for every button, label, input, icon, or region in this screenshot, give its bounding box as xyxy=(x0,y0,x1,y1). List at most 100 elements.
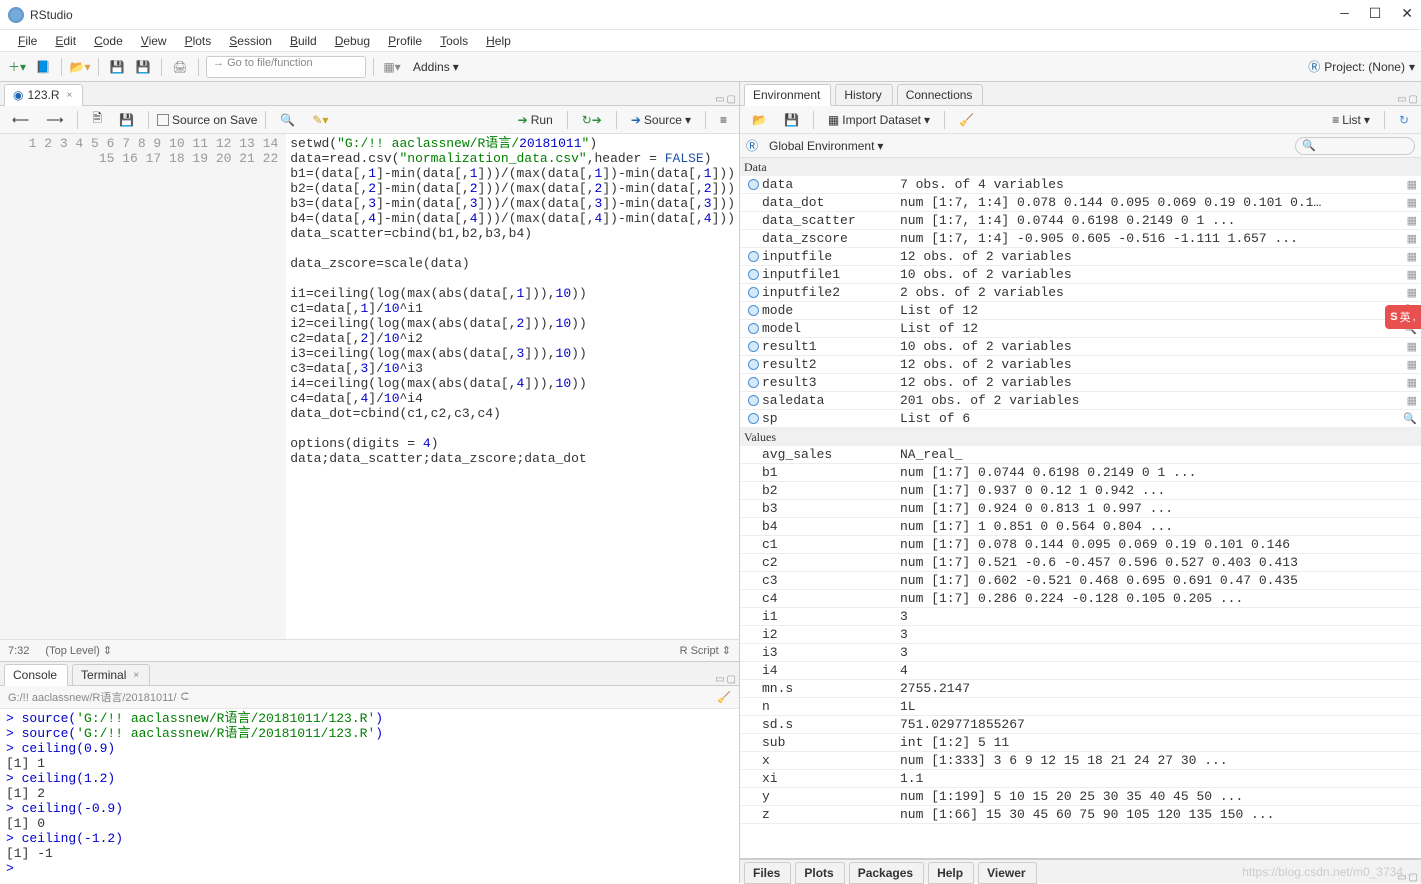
expand-icon[interactable] xyxy=(748,251,759,262)
source-on-save-checkbox[interactable]: Source on Save xyxy=(157,113,257,127)
minimize-pane-icon[interactable]: ▭ xyxy=(1397,872,1406,883)
magnify-icon[interactable]: 🔍 xyxy=(1403,412,1417,426)
br-tab-packages[interactable]: Packages xyxy=(849,862,924,884)
refresh-env-button[interactable]: ↻ xyxy=(1393,111,1415,129)
br-tab-files[interactable]: Files xyxy=(744,862,791,884)
path-browse-icon[interactable]: ⮈ xyxy=(181,691,189,704)
addins-menu[interactable]: Addins ▾ xyxy=(407,58,465,76)
maximize-pane-icon[interactable]: ▢ xyxy=(1409,94,1418,105)
env-row-i3[interactable]: i33 xyxy=(740,644,1421,662)
minimize-pane-icon[interactable]: ▭ xyxy=(715,94,724,105)
env-row-b4[interactable]: b4num [1:7] 1 0.851 0 0.564 0.804 ... xyxy=(740,518,1421,536)
close-button[interactable]: ✕ xyxy=(1401,6,1413,23)
expand-icon[interactable] xyxy=(748,269,759,280)
env-row-i2[interactable]: i23 xyxy=(740,626,1421,644)
env-row-result2[interactable]: result212 obs. of 2 variables▦ xyxy=(740,356,1421,374)
save-workspace-button[interactable]: 💾 xyxy=(778,111,805,129)
expand-icon[interactable] xyxy=(748,179,759,190)
expand-icon[interactable] xyxy=(748,377,759,388)
br-tab-viewer[interactable]: Viewer xyxy=(978,862,1036,884)
expand-icon[interactable] xyxy=(748,287,759,298)
menu-file[interactable]: File xyxy=(10,32,45,50)
ime-indicator[interactable]: S英 , xyxy=(1385,305,1421,329)
env-row-c4[interactable]: c4num [1:7] 0.286 0.224 -0.128 0.105 0.2… xyxy=(740,590,1421,608)
minimize-button[interactable]: — xyxy=(1340,6,1348,23)
search-environment-input[interactable]: 🔍 xyxy=(1295,137,1415,155)
code-tools-button[interactable]: ✎▾ xyxy=(306,111,334,129)
expand-icon[interactable] xyxy=(748,305,759,316)
menu-tools[interactable]: Tools xyxy=(432,32,476,50)
br-tab-help[interactable]: Help xyxy=(928,862,974,884)
maximize-pane-icon[interactable]: ▢ xyxy=(1409,872,1418,883)
env-row-n[interactable]: n1L xyxy=(740,698,1421,716)
env-row-model[interactable]: modelList of 12🔍 xyxy=(740,320,1421,338)
menu-build[interactable]: Build xyxy=(282,32,325,50)
minimize-pane-icon[interactable]: ▭ xyxy=(1397,94,1406,105)
env-row-c1[interactable]: c1num [1:7] 0.078 0.144 0.095 0.069 0.19… xyxy=(740,536,1421,554)
env-row-data_dot[interactable]: data_dotnum [1:7, 1:4] 0.078 0.144 0.095… xyxy=(740,194,1421,212)
grid-icon[interactable]: ▦ xyxy=(1407,196,1417,210)
env-row-data_scatter[interactable]: data_scatternum [1:7, 1:4] 0.0744 0.6198… xyxy=(740,212,1421,230)
env-row-z[interactable]: znum [1:66] 15 30 45 60 75 90 105 120 13… xyxy=(740,806,1421,824)
grid-icon[interactable]: ▦ xyxy=(1407,286,1417,300)
clear-console-icon[interactable]: 🧹 xyxy=(717,691,731,704)
env-row-result3[interactable]: result312 obs. of 2 variables▦ xyxy=(740,374,1421,392)
env-row-avg_sales[interactable]: avg_salesNA_real_ xyxy=(740,446,1421,464)
menu-edit[interactable]: Edit xyxy=(47,32,84,50)
load-workspace-button[interactable]: 📂 xyxy=(746,111,773,129)
env-row-sub[interactable]: subint [1:2] 5 11 xyxy=(740,734,1421,752)
env-row-mn.s[interactable]: mn.s2755.2147 xyxy=(740,680,1421,698)
print-button[interactable]: 🖨 xyxy=(169,56,191,78)
env-row-inputfile1[interactable]: inputfile110 obs. of 2 variables▦ xyxy=(740,266,1421,284)
new-file-button[interactable]: ＋▾ xyxy=(6,56,28,78)
run-button[interactable]: ➔ Run xyxy=(512,111,559,129)
env-tab-history[interactable]: History xyxy=(835,84,892,106)
env-row-c2[interactable]: c2num [1:7] 0.521 -0.6 -0.457 0.596 0.52… xyxy=(740,554,1421,572)
outline-button[interactable]: ≡ xyxy=(714,111,733,129)
menu-profile[interactable]: Profile xyxy=(380,32,430,50)
save-button[interactable]: 💾 xyxy=(106,56,128,78)
forward-button[interactable]: ⟶ xyxy=(40,111,69,129)
env-row-sd.s[interactable]: sd.s751.029771855267 xyxy=(740,716,1421,734)
env-row-saledata[interactable]: saledata201 obs. of 2 variables▦ xyxy=(740,392,1421,410)
env-tab-environment[interactable]: Environment xyxy=(744,84,831,106)
close-tab-icon[interactable]: × xyxy=(67,90,73,101)
scope-label[interactable]: (Top Level) ⇕ xyxy=(45,644,112,657)
env-row-data[interactable]: data7 obs. of 4 variables▦ xyxy=(740,176,1421,194)
br-tab-plots[interactable]: Plots xyxy=(795,862,844,884)
env-row-c3[interactable]: c3num [1:7] 0.602 -0.521 0.468 0.695 0.6… xyxy=(740,572,1421,590)
env-row-xi[interactable]: xi1.1 xyxy=(740,770,1421,788)
maximize-pane-icon[interactable]: ▢ xyxy=(727,674,736,685)
env-row-b1[interactable]: b1num [1:7] 0.0744 0.6198 0.2149 0 1 ... xyxy=(740,464,1421,482)
open-file-button[interactable]: 📂▾ xyxy=(69,56,91,78)
grid-icon[interactable]: ▦ xyxy=(1407,214,1417,228)
env-row-inputfile2[interactable]: inputfile22 obs. of 2 variables▦ xyxy=(740,284,1421,302)
code-editor[interactable]: 1 2 3 4 5 6 7 8 9 10 11 12 13 14 15 16 1… xyxy=(0,134,739,639)
expand-icon[interactable] xyxy=(748,413,759,424)
env-tab-connections[interactable]: Connections xyxy=(897,84,984,106)
grid-icon[interactable]: ▦ xyxy=(1407,268,1417,282)
grid-icon[interactable]: ▦ xyxy=(1407,250,1417,264)
save-file-button[interactable]: 💾 xyxy=(113,111,140,129)
maximize-pane-icon[interactable]: ▢ xyxy=(727,94,736,105)
project-dropdown[interactable]: ▾ xyxy=(1409,60,1415,74)
menu-plots[interactable]: Plots xyxy=(177,32,220,50)
grid-icon[interactable]: ▦ xyxy=(1407,232,1417,246)
save-all-button[interactable]: 💾 xyxy=(132,56,154,78)
env-row-mode[interactable]: modeList of 12🔍 xyxy=(740,302,1421,320)
grid-icon[interactable]: ▦ xyxy=(1407,394,1417,408)
console-tab-console[interactable]: Console xyxy=(4,664,68,686)
env-row-x[interactable]: xnum [1:333] 3 6 9 12 15 18 21 24 27 30 … xyxy=(740,752,1421,770)
menu-view[interactable]: View xyxy=(133,32,175,50)
expand-icon[interactable] xyxy=(748,341,759,352)
console-output[interactable]: > source('G:/!! aaclassnew/R语言/20181011/… xyxy=(0,709,739,883)
env-row-b3[interactable]: b3num [1:7] 0.924 0 0.813 1 0.997 ... xyxy=(740,500,1421,518)
grid-icon[interactable]: ▦ xyxy=(1407,358,1417,372)
env-row-y[interactable]: ynum [1:199] 5 10 15 20 25 30 35 40 45 5… xyxy=(740,788,1421,806)
grid-icon[interactable]: ▦ xyxy=(1407,340,1417,354)
menu-code[interactable]: Code xyxy=(86,32,131,50)
environment-scope-selector[interactable]: Global Environment ▾ xyxy=(763,137,889,155)
source-button[interactable]: ➔ Source ▾ xyxy=(625,111,697,129)
grid-icon[interactable]: ▦ xyxy=(1407,178,1417,192)
menu-help[interactable]: Help xyxy=(478,32,519,50)
